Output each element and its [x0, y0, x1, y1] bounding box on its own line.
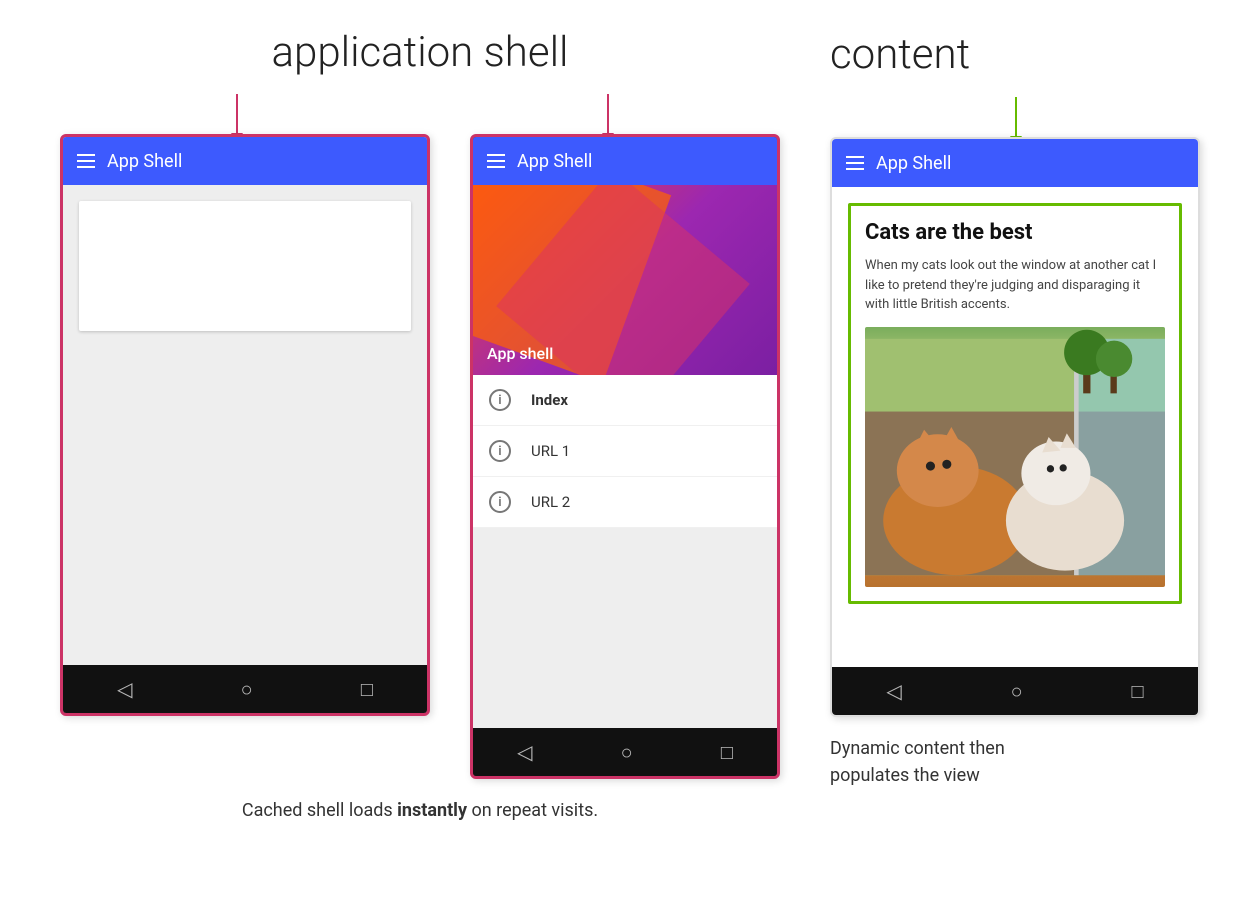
phone3-home-icon: ○: [1011, 679, 1023, 704]
phone3-menu-icon: [846, 156, 864, 170]
phone1-menu-icon: [77, 154, 95, 168]
right-caption-line2: populates the view: [830, 765, 980, 786]
phone3: App Shell Cats are the best When my cats…: [830, 137, 1200, 717]
app-shell-section: application shell App Shell: [40, 30, 800, 824]
phone1-title: App Shell: [107, 151, 182, 172]
phone2-empty-body: [473, 528, 777, 728]
phone1: App Shell ◁ ○ □: [60, 134, 430, 716]
phone2-title: App Shell: [517, 151, 592, 172]
menu-item-url2-label: URL 2: [531, 493, 570, 511]
phone3-body: Cats are the best When my cats look out …: [832, 187, 1198, 667]
phone2-menu-icon: [487, 154, 505, 168]
content-box: Cats are the best When my cats look out …: [848, 203, 1182, 604]
phone2-colorful-header: App shell: [473, 185, 777, 375]
connector-line-left: [236, 94, 238, 134]
phone3-title: App Shell: [876, 153, 951, 174]
left-caption-suffix: on repeat visits.: [467, 800, 598, 821]
phone2-content: App shell i Index i URL 1 i U: [473, 185, 777, 728]
phones-row: App Shell ◁ ○ □ App Shell: [60, 134, 780, 779]
phone2-nav: ◁ ○ □: [473, 728, 777, 776]
phone2-colorful-label: App shell: [487, 344, 553, 363]
phone1-body: [63, 185, 427, 665]
phone2-menu: i Index i URL 1 i URL 2: [473, 375, 777, 528]
connector-dual: [40, 84, 800, 134]
left-caption-bold: instantly: [397, 800, 467, 821]
app-shell-heading: application shell: [272, 30, 569, 76]
connector-line-right: [607, 94, 609, 134]
phone2-recents-icon: □: [721, 740, 733, 765]
info-icon-url1: i: [489, 440, 511, 462]
menu-item-url1-label: URL 1: [531, 442, 570, 460]
content-heading: content: [830, 30, 970, 79]
info-icon-url2: i: [489, 491, 511, 513]
article-title: Cats are the best: [865, 220, 1165, 246]
content-section: content App Shell Cats are the best When…: [830, 30, 1230, 789]
menu-item-index: i Index: [473, 375, 777, 426]
phone2-header: App Shell: [473, 137, 777, 185]
phone2: App Shell App shell i Index i URL 1: [470, 134, 780, 779]
left-caption: Cached shell loads instantly on repeat v…: [242, 797, 598, 824]
main-container: application shell App Shell: [0, 0, 1249, 923]
article-text: When my cats look out the window at anot…: [865, 256, 1165, 315]
phone1-back-icon: ◁: [117, 677, 132, 701]
left-caption-prefix: Cached shell loads: [242, 800, 397, 821]
phone2-back-icon: ◁: [517, 740, 532, 764]
info-icon-index: i: [489, 389, 511, 411]
phone1-recents-icon: □: [361, 677, 373, 702]
content-connector: [830, 87, 1230, 137]
right-caption-line1: Dynamic content then: [830, 738, 1005, 759]
phone1-header: App Shell: [63, 137, 427, 185]
phone1-placeholder: [79, 201, 411, 331]
menu-item-index-label: Index: [531, 391, 568, 409]
cat-image: [865, 327, 1165, 587]
phone3-nav: ◁ ○ □: [832, 667, 1198, 715]
content-connector-line: [1015, 97, 1017, 137]
menu-item-url2: i URL 2: [473, 477, 777, 528]
phone3-header: App Shell: [832, 139, 1198, 187]
phone3-back-icon: ◁: [886, 679, 901, 703]
phone3-recents-icon: □: [1131, 679, 1143, 704]
phone1-nav: ◁ ○ □: [63, 665, 427, 713]
phone2-home-icon: ○: [621, 740, 633, 765]
right-caption: Dynamic content then populates the view: [830, 735, 1005, 789]
cat-svg: [865, 327, 1165, 587]
phone1-home-icon: ○: [241, 677, 253, 702]
menu-item-url1: i URL 1: [473, 426, 777, 477]
